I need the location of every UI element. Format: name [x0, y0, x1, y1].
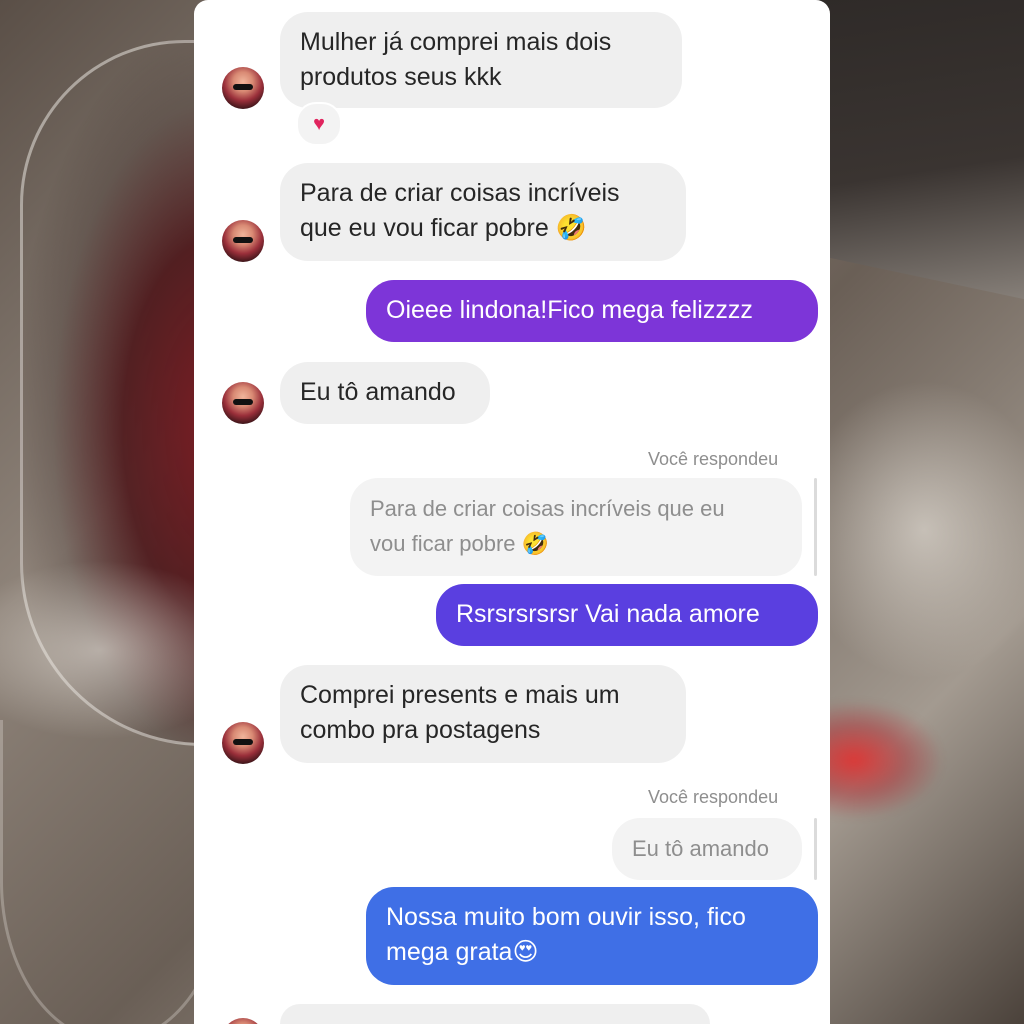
- outgoing-message[interactable]: Oieee lindona!Fico mega felizzzz: [366, 280, 818, 342]
- laptop-corner: [804, 0, 1024, 308]
- outgoing-message[interactable]: Nossa muito bom ouvir isso, fico mega gr…: [366, 887, 818, 985]
- incoming-message[interactable]: Para de criar coisas incríveis que eu vo…: [280, 163, 686, 261]
- quoted-message[interactable]: Eu tô amando: [612, 818, 802, 880]
- reply-label: Você respondeu: [648, 449, 779, 469]
- quote-bar: [814, 818, 817, 880]
- contact-avatar[interactable]: [222, 1018, 264, 1024]
- contact-avatar[interactable]: [222, 220, 264, 262]
- chat-thread[interactable]: Mulher já comprei mais dois produtos seu…: [194, 0, 830, 1024]
- wine-glass-base: [0, 720, 226, 1024]
- incoming-message[interactable]: Mulher já comprei mais dois produtos seu…: [280, 12, 682, 108]
- incoming-message-partial[interactable]: [280, 1004, 710, 1024]
- reply-label: Você respondeu: [648, 787, 779, 807]
- contact-avatar[interactable]: [222, 722, 264, 764]
- incoming-message[interactable]: Comprei presents e mais um combo pra pos…: [280, 665, 686, 763]
- contact-avatar[interactable]: [222, 67, 264, 109]
- heart-icon[interactable]: ♥: [296, 102, 342, 146]
- contact-avatar[interactable]: [222, 382, 264, 424]
- quote-bar: [814, 478, 817, 576]
- quoted-message[interactable]: Para de criar coisas incríveis que eu vo…: [350, 478, 802, 576]
- outgoing-message[interactable]: Rsrsrsrsrsr Vai nada amore: [436, 584, 818, 646]
- incoming-message[interactable]: Eu tô amando: [280, 362, 490, 424]
